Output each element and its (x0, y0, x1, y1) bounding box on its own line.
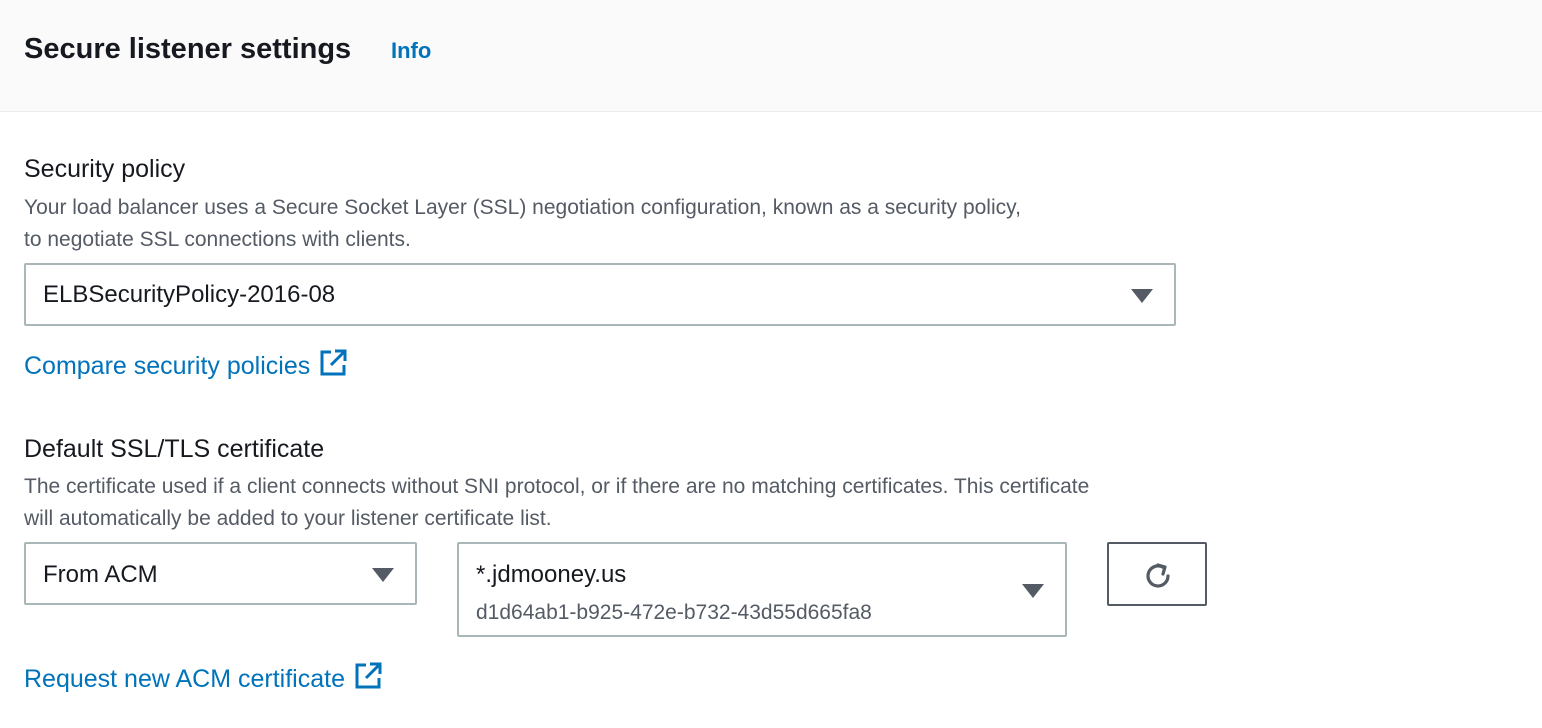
security-policy-description-line1: Your load balancer uses a Secure Socket … (24, 196, 1021, 219)
certificate-description-line2: will automatically be added to your list… (24, 507, 552, 530)
caret-down-icon (372, 568, 394, 582)
request-acm-certificate-link[interactable]: Request new ACM certificate (24, 661, 383, 695)
certificate-id: d1d64ab1-b925-472e-b732-43d55d665fa8 (476, 601, 872, 624)
external-link-icon (320, 349, 347, 376)
security-policy-label: Security policy (24, 155, 186, 183)
refresh-icon (1146, 563, 1170, 588)
security-policy-description-line2: to negotiate SSL connections with client… (24, 228, 411, 251)
caret-down-icon (1022, 584, 1044, 598)
certificate-description-line1: The certificate used if a client connect… (24, 475, 1090, 498)
compare-security-policies-label: Compare security policies (24, 352, 311, 380)
panel-header: Secure listener settings Info (0, 0, 1542, 112)
certificate-source-select[interactable]: From ACM (24, 542, 417, 605)
certificate-name: *.jdmooney.us (476, 561, 627, 588)
info-link[interactable]: Info (391, 36, 431, 66)
certificate-select[interactable]: *.jdmooney.us d1d64ab1-b925-472e-b732-43… (457, 542, 1067, 637)
certificate-source-value: From ACM (43, 561, 158, 588)
certificate-label: Default SSL/TLS certificate (24, 435, 325, 463)
external-link-icon (355, 662, 382, 689)
request-acm-certificate-label: Request new ACM certificate (24, 665, 345, 693)
security-policy-select[interactable]: ELBSecurityPolicy-2016-08 (24, 263, 1176, 326)
caret-down-icon (1131, 289, 1153, 303)
panel-title: Secure listener settings (24, 33, 352, 65)
security-policy-selected-value: ELBSecurityPolicy-2016-08 (43, 281, 336, 308)
refresh-certificates-button[interactable] (1107, 542, 1207, 606)
compare-security-policies-link[interactable]: Compare security policies (24, 348, 348, 382)
